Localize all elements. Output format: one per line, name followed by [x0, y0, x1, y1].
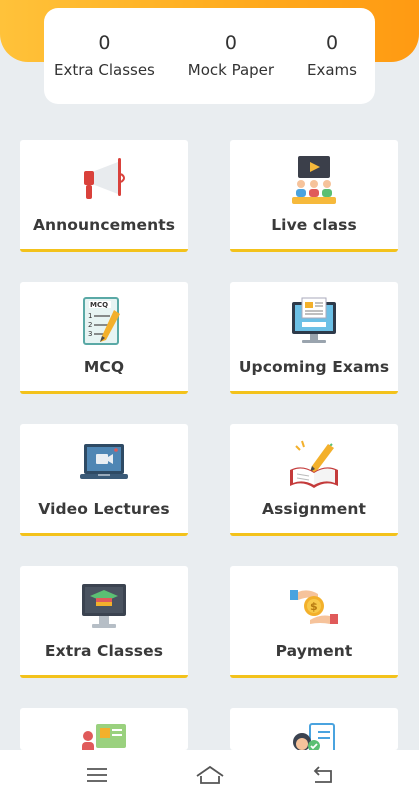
tile-label: Extra Classes: [44, 642, 164, 660]
tile-announcements[interactable]: Announcements: [20, 140, 188, 252]
svg-text:1: 1: [88, 312, 92, 320]
menu-icon[interactable]: [77, 755, 117, 795]
tile-label: Video Lectures: [38, 500, 170, 518]
svg-text:MCQ: MCQ: [90, 301, 108, 309]
monitor-graduation-icon: [78, 580, 130, 632]
menu-grid: Announcements Live class MCQ 1 2 3 MCQ U…: [20, 140, 399, 750]
payment-hand-coin-icon: $: [288, 580, 340, 632]
monitor-exam-icon: [288, 296, 340, 348]
stat-extra-classes[interactable]: 0 Extra Classes: [54, 31, 155, 81]
stat-value: 0: [325, 32, 339, 54]
tile-upcoming-exams[interactable]: Upcoming Exams: [230, 282, 398, 394]
tile-label: Payment: [275, 642, 353, 660]
tile-assignment[interactable]: Assignment: [230, 424, 398, 536]
id-card-icon: [78, 722, 130, 750]
video-laptop-icon: [78, 438, 130, 490]
stat-exams[interactable]: 0 Exams: [307, 31, 357, 81]
live-class-icon: [288, 154, 340, 206]
tile-extra-classes[interactable]: Extra Classes: [20, 566, 188, 678]
stat-label: Extra Classes: [54, 61, 155, 79]
tile-video-lectures[interactable]: Video Lectures: [20, 424, 188, 536]
tile-label: Live class: [271, 216, 357, 234]
tile-support[interactable]: [230, 708, 398, 750]
open-book-pencil-icon: [288, 438, 340, 490]
stat-label: Mock Paper: [187, 61, 275, 79]
support-checklist-icon: [288, 722, 340, 750]
svg-text:2: 2: [88, 321, 92, 329]
mcq-icon: MCQ 1 2 3: [78, 296, 130, 348]
tile-label: Assignment: [262, 500, 366, 518]
stat-label: Exams: [307, 61, 357, 79]
svg-text:$: $: [310, 600, 318, 613]
svg-text:3: 3: [88, 330, 92, 338]
bottom-nav-bar: [0, 750, 419, 800]
stat-value: 0: [224, 32, 237, 54]
tile-id-card[interactable]: [20, 708, 188, 750]
home-icon[interactable]: [190, 755, 230, 795]
tile-mcq[interactable]: MCQ 1 2 3 MCQ: [20, 282, 188, 394]
tile-live-class[interactable]: Live class: [230, 140, 398, 252]
tile-label: MCQ: [83, 358, 125, 376]
megaphone-icon: [78, 154, 130, 206]
tile-payment[interactable]: $ Payment: [230, 566, 398, 678]
tile-label: Announcements: [32, 216, 176, 234]
back-icon[interactable]: [303, 755, 343, 795]
stat-mock-paper[interactable]: 0 Mock Paper: [188, 31, 274, 81]
stat-value: 0: [98, 32, 111, 54]
tile-label: Upcoming Exams: [238, 358, 390, 376]
stats-card: 0 Extra Classes 0 Mock Paper 0 Exams: [44, 8, 375, 104]
